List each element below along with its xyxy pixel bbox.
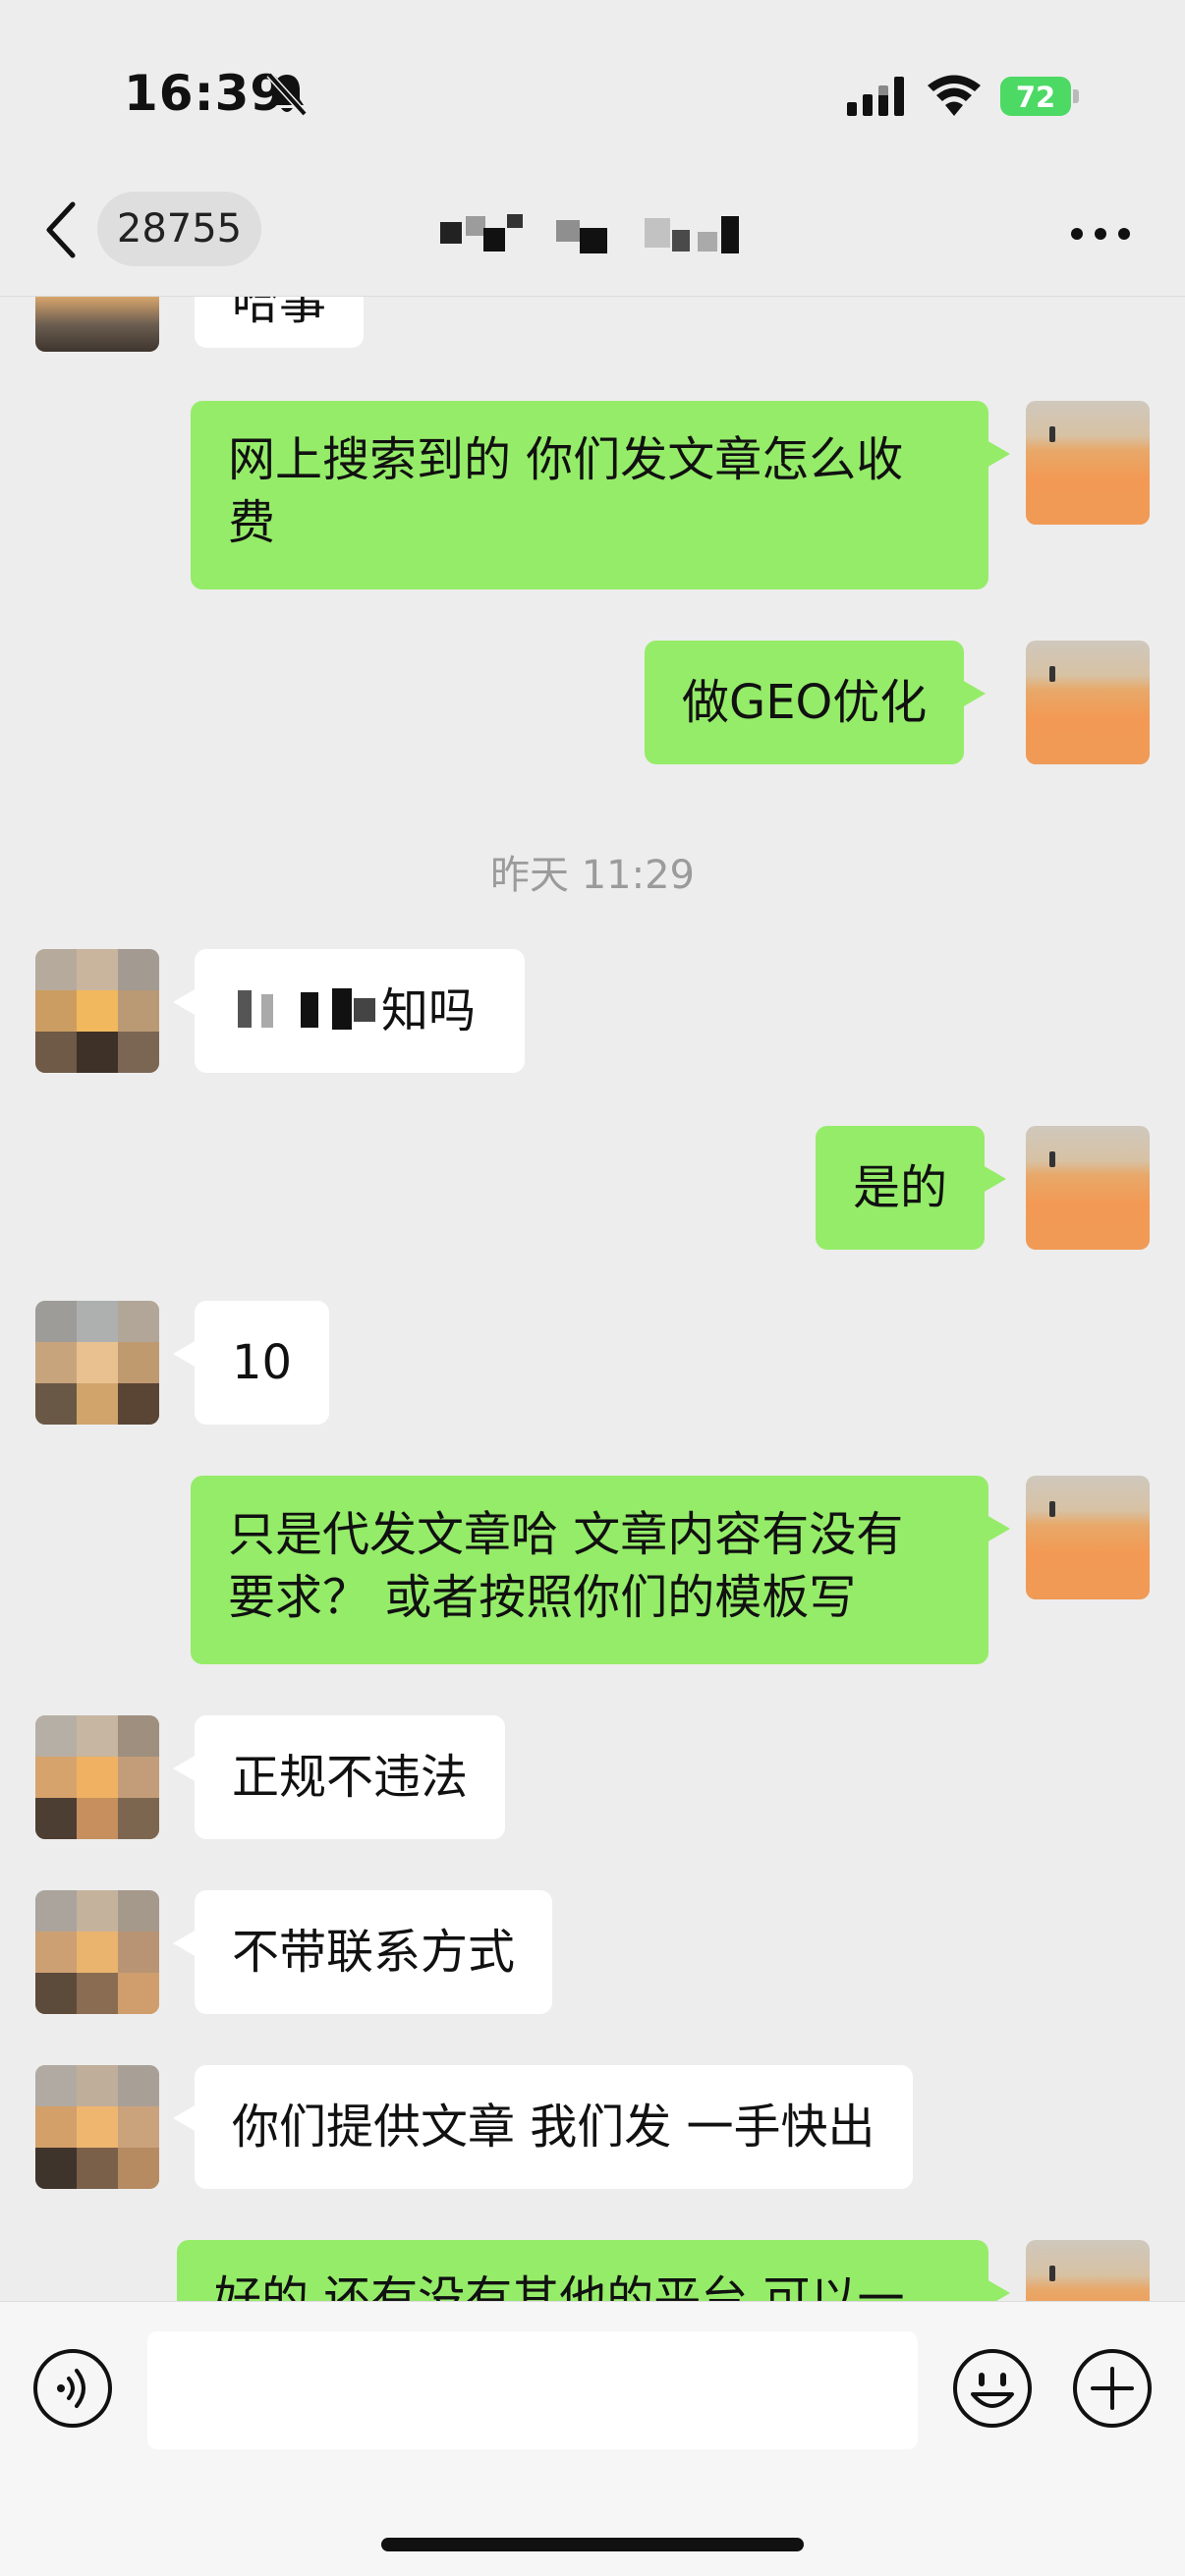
my-avatar[interactable] — [1026, 401, 1150, 525]
redacted-text — [332, 988, 352, 1030]
message-bubble-sent[interactable]: 做GEO优化 — [645, 641, 987, 764]
contact-avatar[interactable] — [35, 2065, 159, 2189]
my-avatar[interactable] — [1026, 1126, 1150, 1250]
message-timestamp: 昨天 11:29 — [490, 853, 695, 898]
message-input[interactable] — [147, 2331, 918, 2449]
status-time: 16:39 — [124, 65, 286, 122]
more-options-button[interactable] — [1071, 228, 1130, 242]
message-text: 正规不违法 — [232, 1750, 469, 1805]
message-bubble-received[interactable]: 知吗 — [173, 949, 525, 1073]
battery-percent: 72 — [1015, 81, 1056, 114]
chevron-left-icon[interactable] — [39, 198, 83, 261]
bubble-tail — [173, 1930, 197, 1957]
bell-slash-icon — [266, 72, 308, 117]
home-indicator[interactable] — [381, 2538, 804, 2551]
input-bar — [0, 2301, 1185, 2576]
status-bar: 16:39 72 — [0, 0, 1185, 177]
bubble-tail — [987, 2279, 1010, 2301]
emoji-icon[interactable] — [951, 2347, 1034, 2430]
message-bubble-sent[interactable]: 只是代发文章哈 文章内容有没有 要求？ 或者按照你们的模板写 — [191, 1476, 1010, 1664]
voice-icon[interactable] — [31, 2347, 114, 2430]
redacted-text — [301, 992, 318, 1028]
message-bubble-received[interactable]: 正规不违法 — [173, 1715, 506, 1839]
bubble-tail — [987, 440, 1010, 468]
message-bubble-sent[interactable]: 好的 还有没有其他的平台 可以一 — [177, 2240, 1010, 2301]
message-bubble-received[interactable]: 10 — [173, 1301, 330, 1425]
message-text: 做GEO优化 — [682, 675, 928, 730]
redacted-text — [354, 998, 375, 1022]
message-text-line: 网上搜索到的 你们发文章怎么收 — [228, 432, 904, 487]
wifi-icon — [928, 75, 981, 116]
contact-avatar[interactable] — [35, 1890, 159, 2014]
message-text: 10 — [232, 1335, 293, 1390]
message-text: 好的 还有没有其他的平台 可以一 — [214, 2271, 905, 2301]
message-bubble-received[interactable]: 哈事 — [195, 297, 365, 348]
my-avatar[interactable] — [1026, 2240, 1150, 2301]
message-text-line: 只是代发文章哈 文章内容有没有 — [228, 1507, 904, 1562]
contact-avatar[interactable] — [35, 1715, 159, 1839]
my-avatar[interactable] — [1026, 1476, 1150, 1599]
plus-icon[interactable] — [1071, 2347, 1154, 2430]
message-text-line: 费 — [228, 495, 276, 550]
message-bubble-received[interactable]: 你们提供文章 我们发 一手快出 — [173, 2065, 913, 2189]
bubble-tail — [983, 1165, 1007, 1193]
battery-cap — [1073, 89, 1079, 103]
contact-avatar[interactable] — [35, 297, 159, 352]
message-text: 你们提供文章 我们发 一手快出 — [232, 2100, 875, 2155]
contact-avatar[interactable] — [35, 949, 159, 1073]
cellular-signal-icon — [847, 77, 904, 116]
chat-title-redacted[interactable] — [432, 212, 766, 259]
message-text: 知吗 — [381, 983, 477, 1038]
bubble-tail — [173, 1755, 197, 1782]
bubble-tail — [173, 1340, 197, 1368]
bubble-tail — [173, 2104, 197, 2132]
redacted-text — [261, 994, 273, 1028]
redacted-text — [238, 990, 252, 1028]
battery-icon: 72 — [1000, 77, 1079, 116]
unread-count-badge[interactable]: 28755 — [97, 192, 261, 266]
my-avatar[interactable] — [1026, 641, 1150, 764]
chat-header: 28755 — [0, 177, 1185, 297]
message-text: 哈事 — [232, 297, 327, 330]
message-list[interactable]: 哈事 网上搜索到的 你们发文章怎么收 费 做GEO优化 昨天 11:29 知吗 … — [0, 297, 1185, 2301]
bubble-tail — [173, 988, 197, 1016]
message-bubble-sent[interactable]: 是的 — [816, 1126, 1007, 1250]
message-text: 是的 — [853, 1160, 948, 1215]
message-bubble-received[interactable]: 不带联系方式 — [173, 1890, 553, 2014]
chat-screen: 16:39 72 28755 哈事 网上搜索到的 你们发文章怎么收 费 做GEO… — [0, 0, 1185, 2576]
bubble-tail — [987, 1515, 1010, 1542]
contact-avatar[interactable] — [35, 1301, 159, 1425]
bubble-tail — [962, 680, 987, 707]
message-text: 不带联系方式 — [232, 1925, 516, 1980]
message-text-line: 要求？ 或者按照你们的模板写 — [228, 1570, 857, 1625]
message-bubble-sent[interactable]: 网上搜索到的 你们发文章怎么收 费 — [191, 401, 1010, 589]
